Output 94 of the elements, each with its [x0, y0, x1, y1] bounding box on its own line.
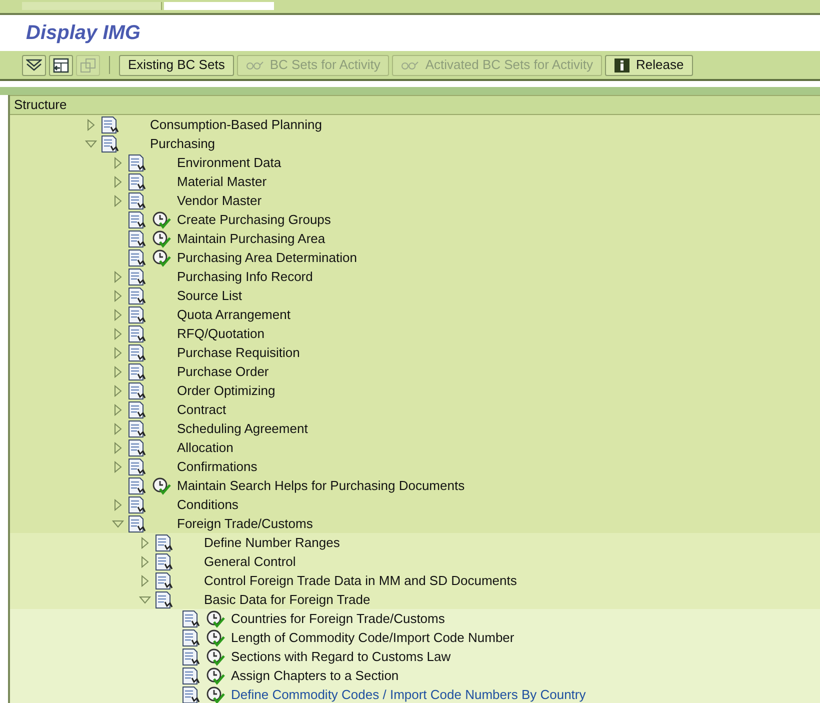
- tree-item[interactable]: Quota Arrangement: [177, 304, 290, 324]
- clock-check-icon[interactable]: [206, 666, 226, 684]
- document-icon: [127, 362, 147, 380]
- tree-item[interactable]: Source List: [177, 286, 242, 306]
- toolbar-button[interactable]: Existing BC Sets: [119, 54, 234, 76]
- clock-check-icon[interactable]: [206, 686, 226, 703]
- tree-item[interactable]: Environment Data: [177, 152, 282, 172]
- collapse-arrow-icon[interactable]: [85, 138, 97, 148]
- tree-item[interactable]: Purchase Order: [177, 362, 269, 382]
- tree-item[interactable]: Define Number Ranges: [204, 532, 340, 552]
- clock-check-icon[interactable]: [206, 610, 226, 628]
- expand-arrow-icon[interactable]: [113, 366, 123, 378]
- document-icon: [127, 172, 147, 190]
- expand-arrow-icon[interactable]: [113, 384, 123, 396]
- tree-item[interactable]: Scheduling Agreement: [177, 418, 308, 438]
- screen-title: Display IMG: [26, 21, 140, 46]
- toolbar-button[interactable]: [22, 54, 46, 76]
- collapse-arrow-icon[interactable]: [139, 594, 151, 604]
- tree-item[interactable]: Order Optimizing: [177, 380, 276, 400]
- document-icon: [127, 420, 147, 438]
- expand-arrow-icon[interactable]: [113, 270, 123, 282]
- tree-item[interactable]: Contract: [177, 400, 226, 420]
- expand-arrow-icon[interactable]: [140, 536, 150, 548]
- tree-item[interactable]: Allocation: [177, 438, 234, 458]
- glasses-icon: [246, 60, 264, 70]
- document-icon: [154, 534, 174, 552]
- clock-check-icon[interactable]: [152, 476, 172, 494]
- tree-item[interactable]: Purchasing: [150, 134, 216, 154]
- document-icon: [127, 458, 147, 476]
- document-icon: [181, 628, 201, 646]
- collapse-arrow-icon[interactable]: [112, 518, 124, 528]
- document-icon: [181, 610, 201, 628]
- expand-arrow-icon[interactable]: [113, 290, 123, 302]
- tree-item[interactable]: Purchasing Info Record: [177, 266, 313, 286]
- expand-arrow-icon[interactable]: [113, 460, 123, 472]
- document-icon: [127, 496, 147, 514]
- tree-item[interactable]: Conditions: [177, 494, 238, 514]
- column-title: Structure: [14, 96, 67, 114]
- document-icon: [100, 116, 120, 134]
- document-icon: [127, 248, 147, 266]
- expand-arrow-icon[interactable]: [113, 194, 123, 206]
- clock-check-icon[interactable]: [152, 210, 172, 228]
- toolbar-button[interactable]: Release: [605, 54, 693, 76]
- document-icon: [154, 590, 174, 608]
- document-icon: [127, 192, 147, 210]
- document-icon: [127, 438, 147, 456]
- windows-icon: [80, 58, 96, 72]
- expand-arrow-icon[interactable]: [113, 156, 123, 168]
- tree-item[interactable]: General Control: [204, 552, 296, 572]
- document-icon: [127, 210, 147, 228]
- document-icon: [154, 572, 174, 590]
- document-icon: [127, 324, 147, 342]
- document-icon: [181, 666, 201, 684]
- document-icon: [127, 306, 147, 324]
- tree-item[interactable]: Vendor Master: [177, 190, 262, 210]
- expand-arrow-icon[interactable]: [113, 176, 123, 188]
- document-icon: [100, 134, 120, 152]
- document-icon: [154, 552, 174, 570]
- glasses-icon: [401, 60, 420, 70]
- document-icon: [127, 514, 147, 532]
- tree-item[interactable]: RFQ/Quotation: [177, 324, 264, 344]
- expand-arrow-icon[interactable]: [113, 404, 123, 416]
- tree-item[interactable]: Maintain Purchasing Area: [177, 228, 326, 248]
- document-icon: [181, 648, 201, 666]
- clock-check-icon[interactable]: [152, 230, 172, 248]
- expand-arrow-icon[interactable]: [140, 556, 150, 568]
- expand-arrow-icon[interactable]: [140, 574, 150, 586]
- toolbar-button[interactable]: [49, 54, 73, 76]
- document-icon: [127, 286, 147, 304]
- expand-arrow-icon[interactable]: [113, 308, 123, 320]
- tree-item[interactable]: Purchase Requisition: [177, 342, 300, 362]
- toolbar-separator: [109, 56, 110, 74]
- document-icon: [127, 230, 147, 248]
- document-icon: [127, 268, 147, 286]
- document-icon: [181, 686, 201, 703]
- tree-item[interactable]: Foreign Trade/Customs: [177, 514, 313, 534]
- document-icon: [127, 382, 147, 400]
- clock-check-icon[interactable]: [152, 248, 172, 266]
- expand-all-icon: [26, 58, 42, 72]
- expand-arrow-icon[interactable]: [113, 422, 123, 434]
- expand-arrow-icon[interactable]: [113, 498, 123, 510]
- expand-arrow-icon[interactable]: [86, 118, 96, 130]
- expand-arrow-icon[interactable]: [113, 328, 123, 340]
- expand-arrow-icon[interactable]: [113, 442, 123, 454]
- tree-item[interactable]: Material Master: [177, 172, 267, 192]
- document-icon: [127, 344, 147, 362]
- clock-check-icon[interactable]: [206, 648, 226, 666]
- info-icon: [614, 58, 630, 72]
- expand-arrow-icon[interactable]: [113, 346, 123, 358]
- document-icon: [127, 400, 147, 418]
- clock-check-icon[interactable]: [206, 628, 226, 646]
- document-icon: [127, 154, 147, 172]
- tree-item[interactable]: Confirmations: [177, 456, 258, 476]
- document-icon: [127, 476, 147, 494]
